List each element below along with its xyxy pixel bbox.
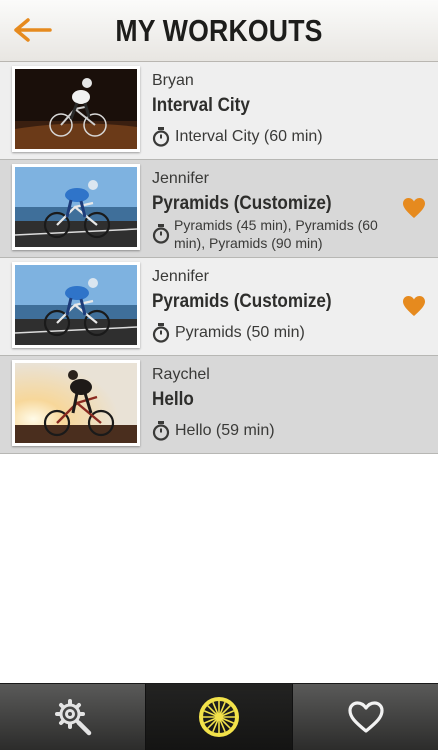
workout-thumbnail [12, 164, 140, 250]
workout-detail-text: Pyramids (45 min), Pyramids (60 min), Py… [174, 217, 378, 251]
triathlete-photo [15, 265, 137, 345]
workout-author: Jennifer [152, 268, 209, 285]
workout-detail: Interval City (60 min) [152, 127, 323, 147]
workout-author: Bryan [152, 72, 194, 89]
workout-author: Jennifer [152, 170, 209, 187]
wheel-icon [199, 697, 239, 737]
workout-detail-text: Interval City (60 min) [175, 128, 323, 145]
bottom-tab-bar [0, 683, 438, 750]
stopwatch-icon [152, 421, 170, 441]
workout-title: Interval City [152, 95, 250, 116]
stopwatch-icon [152, 127, 170, 147]
workout-thumbnail [12, 66, 140, 152]
workout-row[interactable]: Jennifer Pyramids (Customize) Pyramids (… [0, 258, 438, 356]
tab-favorites[interactable] [293, 684, 438, 750]
triathlete-photo [15, 167, 137, 247]
header-bar: MY WORKOUTS [0, 0, 438, 62]
tab-workouts[interactable] [145, 684, 293, 750]
sunset-cyclist-photo [15, 363, 137, 443]
workout-title: Pyramids (Customize) [152, 193, 332, 214]
workout-author: Raychel [152, 366, 210, 383]
workout-detail-text: Pyramids (50 min) [175, 324, 305, 341]
stopwatch-icon [152, 224, 170, 244]
workout-row[interactable]: Raychel Hello Hello (59 min) [0, 356, 438, 454]
workout-row[interactable]: Bryan Interval City Interval City (60 mi… [0, 62, 438, 160]
tab-settings[interactable] [0, 684, 145, 750]
favorite-heart-icon[interactable] [402, 197, 426, 219]
workout-thumbnail [12, 262, 140, 348]
workout-detail: Hello (59 min) [152, 421, 275, 441]
workout-thumbnail [12, 360, 140, 446]
gear-search-icon [54, 699, 91, 736]
night-cyclist-photo [15, 69, 137, 149]
workout-detail-text: Hello (59 min) [175, 422, 275, 439]
favorite-heart-icon[interactable] [402, 295, 426, 317]
stopwatch-icon [152, 323, 170, 343]
workout-title: Hello [152, 389, 194, 410]
workout-list: Bryan Interval City Interval City (60 mi… [0, 62, 438, 454]
workout-detail: Pyramids (45 min), Pyramids (60 min), Py… [152, 216, 404, 252]
heart-outline-icon [347, 701, 384, 733]
workout-detail: Pyramids (50 min) [152, 323, 305, 343]
page-title: MY WORKOUTS [115, 13, 323, 48]
workout-title: Pyramids (Customize) [152, 291, 332, 312]
workout-row[interactable]: Jennifer Pyramids (Customize) Pyramids (… [0, 160, 438, 258]
